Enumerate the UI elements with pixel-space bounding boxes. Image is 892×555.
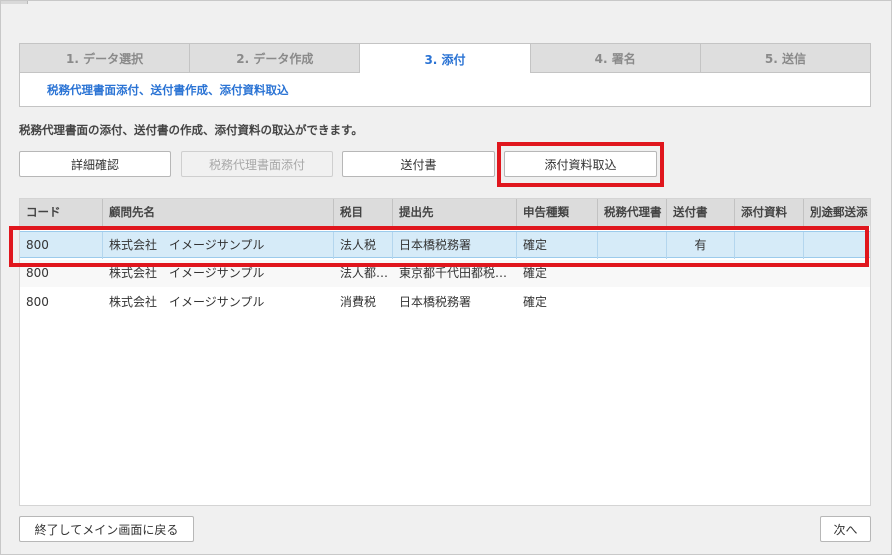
col-header-agent[interactable]: 税務代理書 — [598, 199, 667, 226]
tab-step-3-active[interactable]: 3. 添付 — [360, 43, 531, 74]
highlight-selected-row — [9, 226, 869, 267]
cell-type: 確定 — [523, 295, 548, 309]
attach-tax-agent-button[interactable]: 税務代理書面添付 — [181, 151, 333, 177]
table-row[interactable]: 800 株式会社 イメージサンプル 消費税 日本橋税務署 確定 — [20, 289, 870, 316]
tab-step-1[interactable]: 1. データ選択 — [19, 43, 191, 73]
cell-mail — [804, 289, 870, 316]
cell-tax: 消費税 — [340, 295, 377, 309]
col-header-mail[interactable]: 別途郵送添 — [804, 199, 870, 226]
cell-office: 日本橋税務署 — [399, 295, 472, 309]
col-header-office[interactable]: 提出先 — [393, 199, 517, 226]
step-panel: 税務代理書面添付、送付書作成、添付資料取込 — [19, 73, 871, 107]
cell-client: 株式会社 イメージサンプル — [109, 295, 265, 309]
exit-to-main-button[interactable]: 終了してメイン画面に戻る — [19, 516, 194, 542]
cell-attach — [735, 289, 804, 316]
col-header-type[interactable]: 申告種類 — [517, 199, 598, 226]
cover-letter-button[interactable]: 送付書 — [342, 151, 495, 177]
table-header: コード 顧問先名 税目 提出先 申告種類 税務代理書 送付書 添付資料 別途郵送… — [20, 199, 870, 226]
window-corner-tab — [0, 0, 28, 4]
cell-cover — [667, 289, 735, 316]
detail-button[interactable]: 詳細確認 — [19, 151, 171, 177]
page-description: 税務代理書面の添付、送付書の作成、添付資料の取込ができます。 — [19, 123, 363, 137]
col-header-cover[interactable]: 送付書 — [667, 199, 735, 226]
col-header-client[interactable]: 顧問先名 — [103, 199, 334, 226]
tab-step-2[interactable]: 2. データ作成 — [190, 43, 361, 73]
cell-agent — [598, 289, 667, 316]
wizard-steps: 1. データ選択 2. データ作成 3. 添付 4. 署名 5. 送信 — [19, 43, 872, 74]
col-header-attach[interactable]: 添付資料 — [735, 199, 804, 226]
tab-step-5[interactable]: 5. 送信 — [700, 43, 872, 73]
next-button[interactable]: 次へ — [820, 516, 871, 542]
highlight-import-button — [497, 142, 664, 187]
col-header-code[interactable]: コード — [20, 199, 103, 226]
col-header-tax[interactable]: 税目 — [334, 199, 393, 226]
cell-code: 800 — [26, 295, 49, 309]
step-subtitle: 税務代理書面添付、送付書作成、添付資料取込 — [47, 83, 289, 97]
tab-step-4[interactable]: 4. 署名 — [530, 43, 701, 73]
